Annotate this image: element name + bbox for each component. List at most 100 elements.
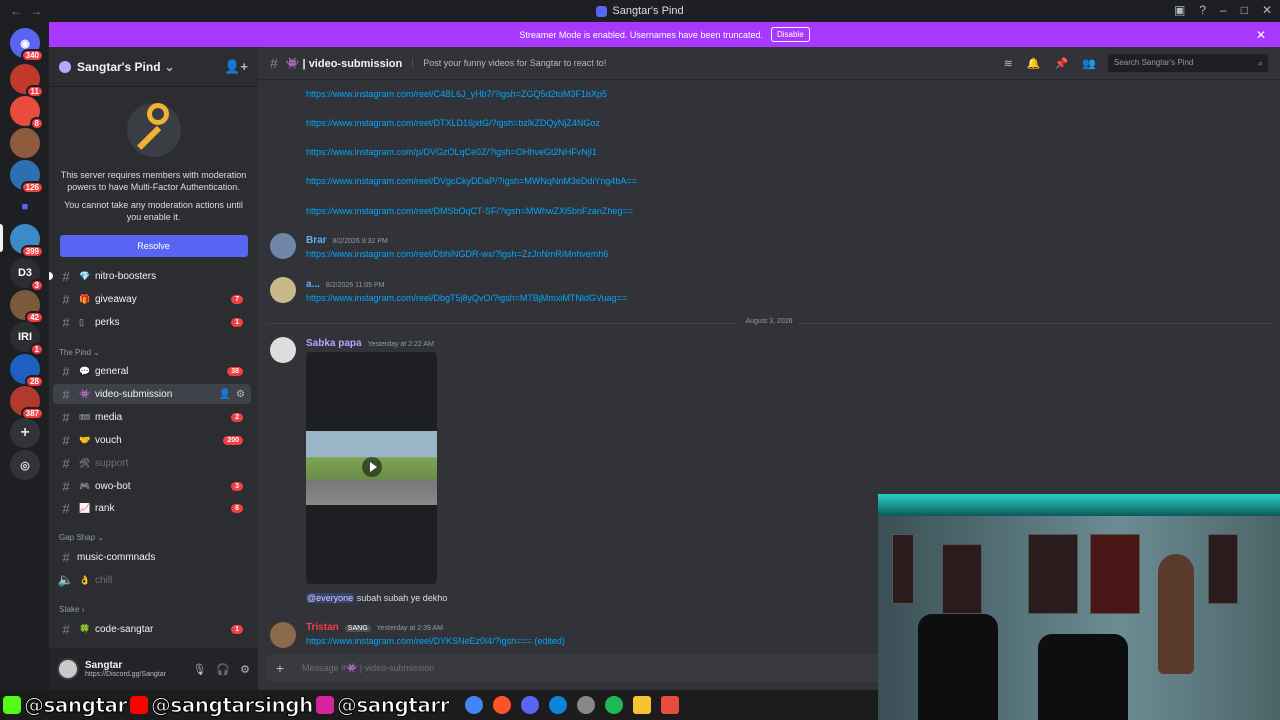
channel-code-sangtar[interactable]: # 🍀 code-sangtar 1 (53, 619, 251, 639)
hash-icon: # (270, 55, 278, 71)
invite-people-icon[interactable]: 👤+ (224, 59, 248, 75)
webcam-overlay (878, 494, 1280, 720)
message-link[interactable]: https://www.instagram.com/reel/DYKSNeEz0… (306, 636, 565, 646)
search-icon: ⌕ (1257, 58, 1263, 68)
avatar[interactable] (270, 277, 296, 303)
channel-nitro-boosters[interactable]: # 💎 nitro-boosters (49, 266, 251, 286)
mention-badge: 38 (227, 366, 243, 376)
headphones-icon[interactable]: 🎧 (216, 663, 230, 676)
youtube-icon (129, 696, 148, 714)
server-icon-6[interactable]: 28 (10, 354, 44, 388)
mention[interactable]: @everyone (306, 593, 355, 603)
spotify-icon[interactable] (605, 696, 624, 714)
app-window: ← → Sangtar's Pind ▣ ? – □ ✕ ◉ 340 11 8 … (0, 0, 1280, 720)
close-window-icon[interactable]: ✕ (1262, 3, 1272, 17)
server-icon-iri[interactable]: IRI 1 (10, 322, 44, 356)
poster (892, 534, 914, 604)
channel-owo-bot[interactable]: # 🎮 owo-bot 3 (53, 476, 251, 496)
server-icon-3[interactable] (10, 128, 40, 158)
message-link[interactable]: https://www.instagram.com/reel/DMSbOqCT-… (306, 206, 633, 216)
mention-badge: 200 (223, 435, 243, 445)
message-header: Sabka papa Yesterday at 2:22 AM (306, 338, 434, 349)
invite-icon[interactable]: 👤 (219, 389, 231, 400)
settings-gear-icon[interactable]: ⚙ (240, 663, 250, 676)
badge: 3 (29, 279, 44, 292)
play-icon[interactable] (362, 457, 382, 477)
hash-icon: # (62, 621, 70, 637)
avatar[interactable] (57, 658, 79, 680)
author-name[interactable]: a... (306, 279, 320, 290)
channel-video-submission[interactable]: # 👾 video-submission 👤 ⚙ (53, 384, 251, 404)
members-icon[interactable]: 👥 (1082, 57, 1096, 70)
gear-icon[interactable]: ⚙ (236, 389, 245, 400)
minimize-icon[interactable]: – (1220, 3, 1227, 17)
channel-media[interactable]: # 🎟 media 2 (53, 407, 251, 427)
message-link[interactable]: https://www.instagram.com/p/DVGzOLqCe0Z/… (306, 147, 597, 157)
mfa-subtext: You cannot take any moderation actions u… (64, 200, 243, 222)
avatar[interactable] (270, 233, 296, 259)
add-server-icon[interactable]: + (10, 418, 40, 448)
mfa-notice: This server requires members with modera… (49, 87, 258, 263)
channel-support[interactable]: # 🛠 support (53, 453, 251, 473)
disable-button[interactable]: Disable (770, 27, 810, 42)
message-link[interactable]: https://www.instagram.com/reel/DbgT5j8yQ… (306, 293, 627, 303)
channel-general[interactable]: # 💬 general 38 (53, 361, 251, 381)
server-header[interactable]: Sangtar's Pind ⌄ 👤+ (49, 47, 258, 87)
channel-music-commnads[interactable]: # music-commnads (53, 547, 251, 567)
server-icon-current[interactable]: 399 (10, 224, 44, 258)
avatar[interactable] (270, 622, 296, 648)
avatar[interactable] (270, 337, 296, 363)
chrome-icon[interactable] (465, 696, 484, 714)
microphone-icon[interactable]: 🎙 (192, 663, 206, 676)
author-name[interactable]: Tristan (306, 622, 339, 633)
title-bar: ← → Sangtar's Pind ▣ ? – □ ✕ (0, 0, 1280, 22)
resolve-button[interactable]: Resolve (59, 235, 248, 257)
server-icon-7[interactable]: 387 (10, 386, 44, 420)
brave-icon[interactable] (493, 696, 512, 714)
channel-perks[interactable]: # ▯ perks 1 (53, 312, 251, 332)
mention-badge: 1 (231, 624, 243, 634)
channel-giveaway[interactable]: # 🎁 giveaway 7 (53, 289, 251, 309)
channel-vouch[interactable]: # 🤝 vouch 200 (53, 430, 251, 450)
server-icon-2[interactable]: 8 (10, 96, 44, 130)
author-name[interactable]: Brar (306, 235, 327, 246)
discover-icon[interactable]: ◎ (10, 450, 40, 480)
folder-icon[interactable] (633, 696, 652, 714)
discord-icon[interactable] (521, 696, 540, 714)
folder-icon[interactable]: ■ (10, 192, 40, 222)
github-icon[interactable] (577, 696, 596, 714)
hash-icon: # (62, 432, 70, 448)
channel-rank[interactable]: # 📈 rank 6 (53, 498, 251, 518)
streamer-mode-banner: Streamer Mode is enabled. Usernames have… (49, 22, 1280, 47)
server-icon-d3[interactable]: D3 3 (10, 258, 44, 292)
message-link[interactable]: https://www.instagram.com/reel/C4BL6J_yH… (306, 89, 607, 99)
instagram-icon (315, 696, 334, 714)
message-link[interactable]: https://www.instagram.com/reel/DbhiNGDR-… (306, 249, 608, 259)
channel-chill[interactable]: 🔈 👌 chill (53, 570, 251, 590)
maximize-icon[interactable]: □ (1241, 3, 1248, 17)
inbox-icon[interactable]: ▣ (1174, 3, 1185, 17)
user-panel: Sangtar https://Discord.gg/Sangtar 🎙 🎧 ⚙ (49, 648, 258, 690)
help-icon[interactable]: ? (1199, 3, 1206, 17)
close-icon[interactable]: ✕ (1256, 28, 1266, 42)
category-stake[interactable]: Stake › (59, 605, 84, 614)
threads-icon[interactable]: ≋ (1004, 57, 1013, 70)
category-the-pind[interactable]: The Pind ⌄ (59, 348, 100, 357)
timestamp: Yesterday at 2:39 AM (376, 625, 443, 632)
direct-messages-button[interactable]: ◉ 340 (10, 28, 44, 62)
message-link[interactable]: https://www.instagram.com/reel/DVgcCkyDD… (306, 176, 637, 186)
hash-icon: # (62, 314, 70, 330)
server-icon-4[interactable]: 126 (10, 160, 44, 194)
bell-icon[interactable]: 🔔 (1027, 57, 1041, 70)
server-icon-1[interactable]: 11 (10, 64, 44, 98)
meta-icon[interactable] (661, 696, 680, 714)
pin-icon[interactable]: 📌 (1055, 57, 1069, 70)
add-attachment-icon[interactable]: + (266, 660, 294, 676)
server-icon-5[interactable]: 42 (10, 290, 44, 324)
category-gap-shap[interactable]: Gap Shap ⌄ (59, 533, 104, 542)
search-input[interactable]: Search Sangtar's Pind ⌕ (1108, 54, 1268, 72)
message-link[interactable]: https://www.instagram.com/reel/DTXLD16jx… (306, 118, 600, 128)
video-attachment[interactable] (306, 352, 437, 584)
edge-icon[interactable] (549, 696, 568, 714)
author-name[interactable]: Sabka papa (306, 338, 362, 349)
